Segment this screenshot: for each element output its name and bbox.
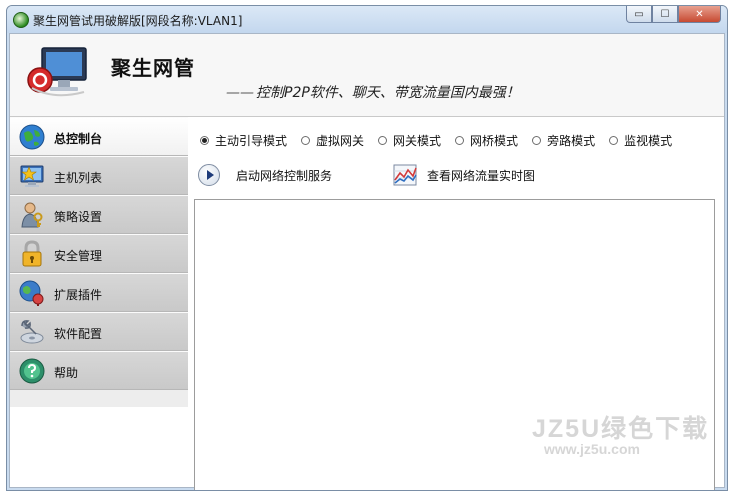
- app-icon: [13, 12, 29, 28]
- sidebar-item-label: 主机列表: [54, 171, 103, 185]
- maximize-button[interactable]: ☐: [652, 6, 678, 23]
- mode-label: 虚拟网关: [316, 133, 365, 148]
- sidebar-item-console[interactable]: 总控制台: [10, 117, 188, 156]
- radio-checked[interactable]: [200, 135, 209, 145]
- radio[interactable]: [609, 135, 619, 145]
- brand-name: 聚生网管: [111, 56, 195, 80]
- mode-label: 旁路模式: [547, 133, 596, 148]
- monitor-logo-icon: [27, 47, 87, 97]
- monitor-star-icon: [20, 165, 44, 187]
- mode-option-gateway[interactable]: 网关模式: [378, 131, 441, 149]
- play-icon: [198, 164, 220, 186]
- radio[interactable]: [301, 135, 311, 145]
- sidebar-item-label: 策略设置: [54, 210, 103, 224]
- start-service-label: 启动网络控制服务: [236, 168, 333, 183]
- sidebar-item-label: 总控制台: [54, 132, 103, 146]
- sidebar-item-hosts[interactable]: 主机列表: [10, 156, 188, 195]
- title-bar[interactable]: 聚生网管试用破解版[网段名称:VLAN1] ▭ ☐ ✕: [7, 6, 727, 33]
- sidebar-item-plugins[interactable]: 扩展插件: [10, 273, 188, 312]
- help-globe-icon: [19, 358, 45, 384]
- window-title: 聚生网管试用破解版[网段名称:VLAN1]: [33, 14, 243, 28]
- slogan: 控制P2P软件、聊天、带宽流量国内最强！: [226, 82, 520, 102]
- minimize-button[interactable]: ▭: [626, 6, 652, 23]
- sidebar-item-label: 安全管理: [54, 249, 103, 263]
- mode-option-active-guide[interactable]: 主动引导模式: [200, 131, 287, 149]
- mode-label: 监视模式: [624, 133, 673, 148]
- mode-label: 网关模式: [393, 133, 442, 148]
- sidebar-item-label: 扩展插件: [54, 288, 103, 302]
- lock-icon: [22, 240, 42, 267]
- window-controls: ▭ ☐ ✕: [626, 6, 721, 24]
- person-key-icon: [21, 202, 43, 228]
- radio[interactable]: [455, 135, 465, 145]
- close-icon: ✕: [695, 8, 704, 20]
- globe-icon: [19, 124, 45, 150]
- view-traffic-label: 查看网络流量实时图: [427, 168, 536, 183]
- app-window: 聚生网管试用破解版[网段名称:VLAN1] ▭ ☐ ✕ 聚生网管 控制P2P软件…: [6, 5, 728, 491]
- mode-option-virtual-gateway[interactable]: 虚拟网关: [301, 131, 364, 149]
- sidebar: 总控制台 主机列表 策略设置 安全管理 扩展插件 软件配置 帮助: [10, 117, 188, 407]
- close-button[interactable]: ✕: [678, 6, 721, 23]
- client-area: 聚生网管 控制P2P软件、聊天、带宽流量国内最强！ 总控制台: [9, 33, 725, 490]
- sidebar-item-label: 帮助: [54, 366, 79, 380]
- main-content: 主动引导模式 虚拟网关 网关模式 网桥模式 旁路模式 监视模式 启动网络控制服务…: [188, 117, 724, 490]
- traffic-chart-icon: [393, 164, 417, 186]
- view-traffic-button[interactable]: 查看网络流量实时图: [393, 162, 535, 188]
- action-row: 启动网络控制服务 查看网络流量实时图: [198, 162, 718, 188]
- globe-pin-icon: [19, 280, 44, 306]
- radio[interactable]: [532, 135, 542, 145]
- mode-selector: 主动引导模式 虚拟网关 网关模式 网桥模式 旁路模式 监视模式: [200, 131, 718, 149]
- minimize-icon: ▭: [634, 8, 644, 20]
- mode-option-monitor[interactable]: 监视模式: [609, 131, 672, 149]
- sidebar-item-help[interactable]: 帮助: [10, 351, 188, 390]
- start-service-button[interactable]: 启动网络控制服务: [198, 162, 332, 188]
- mode-label: 主动引导模式: [215, 133, 288, 148]
- radio[interactable]: [378, 135, 388, 145]
- sidebar-item-policy[interactable]: 策略设置: [10, 195, 188, 234]
- output-panel[interactable]: [194, 199, 715, 490]
- maximize-icon: ☐: [660, 8, 670, 20]
- wrench-disc-icon: [20, 320, 44, 344]
- mode-label: 网桥模式: [470, 133, 519, 148]
- sidebar-item-label: 软件配置: [54, 327, 103, 341]
- app-header: 聚生网管 控制P2P软件、聊天、带宽流量国内最强！: [10, 34, 724, 117]
- mode-option-bridge[interactable]: 网桥模式: [455, 131, 518, 149]
- sidebar-item-security[interactable]: 安全管理: [10, 234, 188, 273]
- mode-option-bypass[interactable]: 旁路模式: [532, 131, 595, 149]
- sidebar-item-config[interactable]: 软件配置: [10, 312, 188, 351]
